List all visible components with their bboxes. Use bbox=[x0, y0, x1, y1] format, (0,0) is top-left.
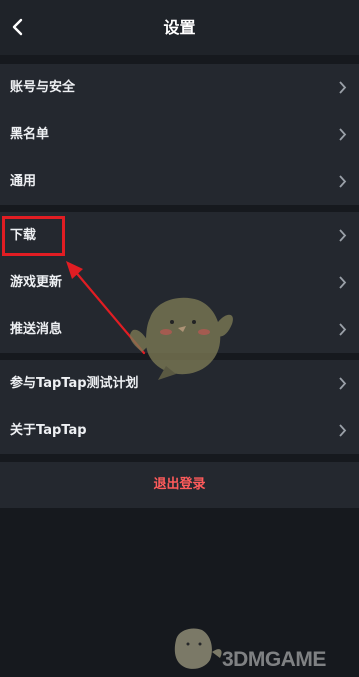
watermark-mascot-image bbox=[174, 628, 222, 669]
watermark-text: 3DMGAME bbox=[222, 648, 326, 671]
